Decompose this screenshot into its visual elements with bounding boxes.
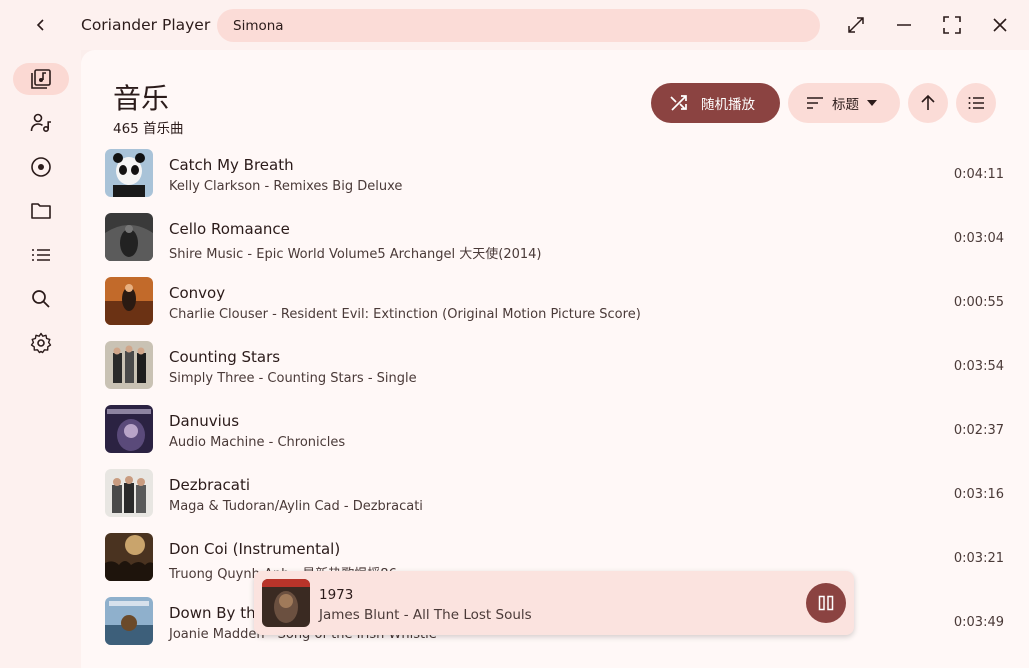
song-artist-album: Simply Three - Counting Stars - Single bbox=[169, 371, 417, 386]
sidebar-item-playlists[interactable] bbox=[13, 239, 69, 271]
pause-icon bbox=[818, 595, 834, 611]
list-icon bbox=[32, 249, 50, 261]
search-box[interactable] bbox=[217, 9, 820, 42]
album-cover bbox=[105, 533, 153, 581]
view-mode-button[interactable] bbox=[956, 83, 996, 123]
page-title: 音乐 bbox=[113, 82, 170, 115]
list-icon bbox=[968, 97, 984, 109]
chevron-down-icon bbox=[867, 100, 877, 106]
minimize-icon bbox=[897, 24, 911, 26]
song-title: Down By the bbox=[169, 604, 265, 622]
song-duration: 0:03:04 bbox=[953, 231, 1004, 246]
song-duration: 0:04:11 bbox=[953, 167, 1004, 182]
song-duration: 0:03:54 bbox=[953, 359, 1004, 374]
song-row[interactable]: Dezbracati Maga & Tudoran/Aylin Cad - De… bbox=[81, 462, 1029, 526]
sort-dropdown[interactable]: 标题 bbox=[788, 83, 900, 123]
album-cover bbox=[105, 405, 153, 453]
maximize-button[interactable] bbox=[937, 10, 967, 40]
search-input[interactable] bbox=[233, 9, 803, 42]
song-count: 465 首乐曲 bbox=[113, 121, 184, 137]
song-title: Counting Stars bbox=[169, 348, 281, 366]
folder-icon bbox=[31, 203, 51, 219]
song-row[interactable]: Catch My Breath Kelly Clarkson - Remixes… bbox=[81, 142, 1029, 206]
song-row[interactable]: Cello Romaance Shire Music - Epic World … bbox=[81, 206, 1029, 270]
song-title: Convoy bbox=[169, 284, 226, 302]
sidebar-item-settings[interactable] bbox=[13, 327, 69, 359]
sidebar-item-artists[interactable] bbox=[13, 107, 69, 139]
gear-icon bbox=[30, 332, 52, 354]
song-title: Danuvius bbox=[169, 412, 240, 430]
shuffle-icon bbox=[670, 95, 687, 111]
album-icon bbox=[31, 157, 51, 177]
back-icon bbox=[36, 19, 44, 31]
album-cover bbox=[105, 213, 153, 261]
song-artist-album: Kelly Clarkson - Remixes Big Deluxe bbox=[169, 179, 403, 194]
sidebar-item-albums[interactable] bbox=[13, 151, 69, 183]
sort-icon bbox=[807, 97, 823, 109]
shuffle-play-label: 随机播放 bbox=[701, 97, 755, 113]
sort-order-button[interactable] bbox=[908, 83, 948, 123]
song-artist-album: Charlie Clouser - Resident Evil: Extinct… bbox=[169, 307, 641, 322]
pause-button[interactable] bbox=[806, 583, 846, 623]
album-cover bbox=[105, 341, 153, 389]
song-artist-album: Maga & Tudoran/Aylin Cad - Dezbracati bbox=[169, 499, 423, 514]
minimize-button[interactable] bbox=[889, 10, 919, 40]
music-library-icon bbox=[31, 69, 51, 89]
song-duration: 0:00:55 bbox=[953, 295, 1004, 310]
album-cover bbox=[105, 597, 153, 645]
close-button[interactable] bbox=[985, 10, 1015, 40]
expand-button[interactable] bbox=[841, 10, 871, 40]
song-row[interactable]: Convoy Charlie Clouser - Resident Evil: … bbox=[81, 270, 1029, 334]
back-button[interactable] bbox=[26, 10, 56, 40]
shuffle-play-button[interactable]: 随机播放 bbox=[651, 83, 780, 123]
artist-icon bbox=[30, 113, 51, 133]
song-title: Don Coi (Instrumental) bbox=[169, 540, 341, 558]
app-title: Coriander Player bbox=[81, 16, 211, 34]
song-row[interactable]: Counting Stars Simply Three - Counting S… bbox=[81, 334, 1029, 398]
maximize-icon bbox=[943, 16, 961, 34]
sidebar-item-music[interactable] bbox=[13, 63, 69, 95]
sort-label: 标题 bbox=[832, 97, 859, 113]
song-artist-album: Audio Machine - Chronicles bbox=[169, 435, 346, 450]
album-cover bbox=[105, 469, 153, 517]
song-duration: 0:03:16 bbox=[953, 487, 1004, 502]
close-icon bbox=[993, 18, 1007, 32]
now-playing-artist-album: James Blunt - All The Lost Souls bbox=[319, 607, 532, 623]
now-playing-title: 1973 bbox=[319, 587, 354, 603]
now-playing-cover bbox=[262, 579, 310, 627]
song-duration: 0:03:49 bbox=[953, 615, 1004, 630]
mini-player[interactable]: 1973 James Blunt - All The Lost Souls bbox=[254, 571, 854, 635]
song-title: Catch My Breath bbox=[169, 156, 294, 174]
sidebar-item-folders[interactable] bbox=[13, 195, 69, 227]
title-bar: Coriander Player bbox=[0, 0, 1029, 50]
album-cover bbox=[105, 149, 153, 197]
arrow-up-icon bbox=[921, 94, 935, 110]
song-title: Cello Romaance bbox=[169, 220, 290, 238]
search-icon bbox=[32, 290, 50, 308]
song-duration: 0:03:21 bbox=[953, 551, 1004, 566]
song-duration: 0:02:37 bbox=[953, 423, 1004, 438]
sidebar-item-search[interactable] bbox=[13, 283, 69, 315]
song-artist-album: Shire Music - Epic World Volume5 Archang… bbox=[169, 247, 542, 262]
song-row[interactable]: Danuvius Audio Machine - Chronicles 0:02… bbox=[81, 398, 1029, 462]
song-title: Dezbracati bbox=[169, 476, 251, 494]
album-cover bbox=[105, 277, 153, 325]
sidebar bbox=[0, 50, 81, 668]
expand-icon bbox=[848, 17, 864, 33]
